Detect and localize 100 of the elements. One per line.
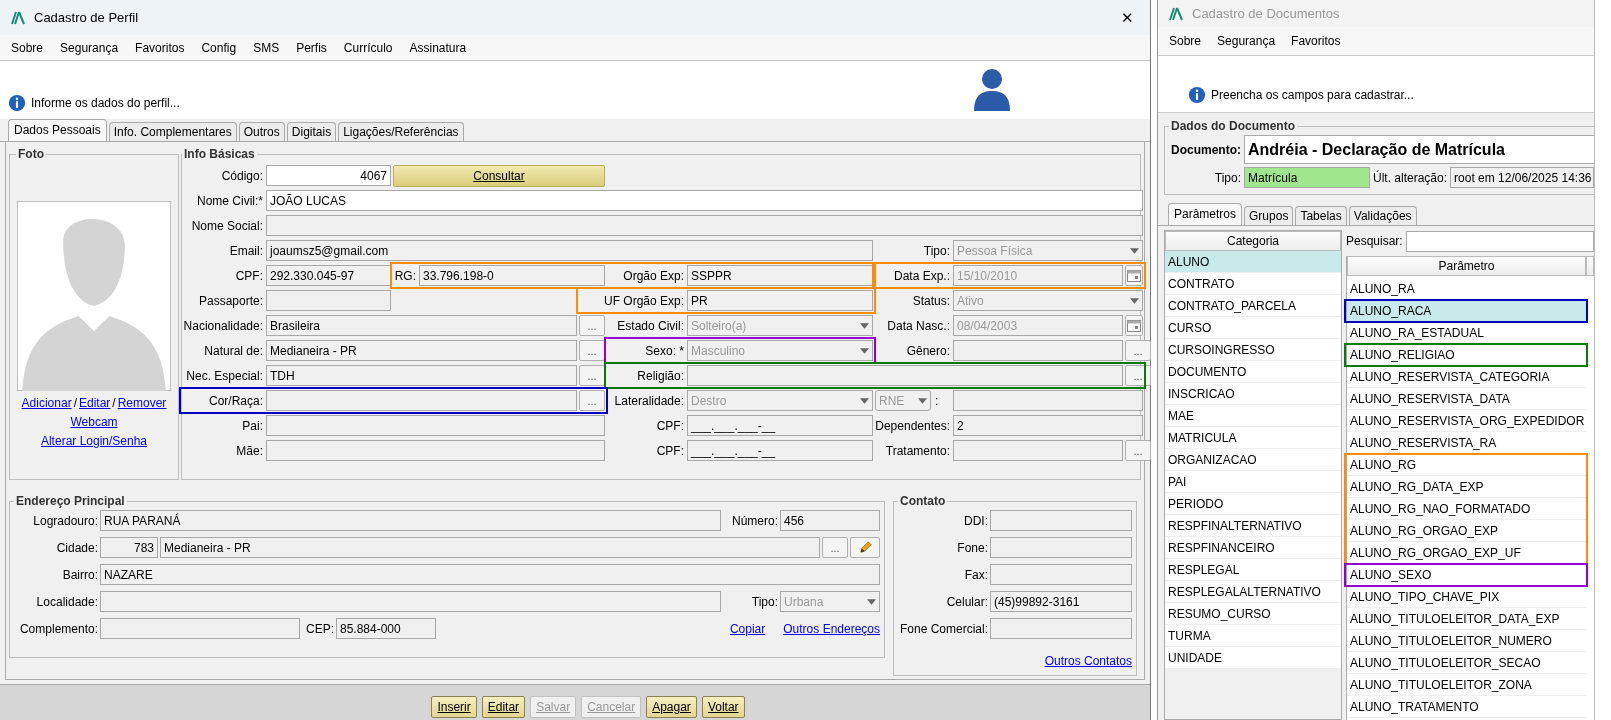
tab[interactable]: Validações: [1348, 206, 1417, 225]
menu-item[interactable]: Sobre: [11, 40, 44, 55]
text-field[interactable]: [990, 618, 1132, 639]
action-button[interactable]: Voltar: [701, 696, 745, 718]
text-field[interactable]: [266, 415, 605, 436]
text-field[interactable]: 85.884-000: [336, 618, 436, 639]
tab[interactable]: Parâmetros: [1168, 203, 1243, 225]
calendar-button[interactable]: [1125, 265, 1143, 286]
browse-button[interactable]: ...: [579, 390, 605, 411]
menu-item[interactable]: Favoritos: [135, 40, 185, 55]
text-field[interactable]: 292.330.045-97: [266, 265, 391, 286]
text-field[interactable]: TDH: [266, 365, 577, 386]
category-row[interactable]: UNIDADE: [1165, 647, 1341, 669]
text-field[interactable]: [100, 591, 721, 612]
action-button[interactable]: Inserir: [431, 696, 477, 718]
link[interactable]: Webcam: [70, 414, 118, 429]
text-field[interactable]: 783: [100, 537, 158, 558]
consult-button[interactable]: Consultar: [393, 165, 605, 187]
text-field[interactable]: [100, 618, 300, 639]
menu-item[interactable]: Assinatura: [409, 40, 467, 55]
text-field[interactable]: [953, 390, 1143, 411]
menu-item[interactable]: Segurança: [1217, 34, 1276, 48]
text-field[interactable]: 2: [953, 415, 1143, 436]
browse-button[interactable]: ...: [822, 537, 848, 558]
text-field[interactable]: Matrícula: [1244, 167, 1370, 188]
category-row[interactable]: ORGANIZACAO: [1165, 449, 1341, 471]
category-row[interactable]: CONTRATO: [1165, 273, 1341, 295]
text-field[interactable]: [266, 390, 577, 411]
category-row[interactable]: RESPLEGAL: [1165, 559, 1341, 581]
text-field[interactable]: [266, 440, 605, 461]
text-field[interactable]: PR: [687, 290, 873, 311]
link[interactable]: Copiar: [729, 621, 766, 636]
category-row[interactable]: DOCUMENTO: [1165, 361, 1341, 383]
menu-item[interactable]: SMS: [253, 40, 280, 55]
text-field[interactable]: [953, 440, 1123, 461]
menu-item[interactable]: Perfis: [296, 40, 327, 55]
text-field[interactable]: Medianeira - PR: [266, 340, 577, 361]
browse-button[interactable]: ...: [579, 340, 605, 361]
category-row[interactable]: RESUMO_CURSO: [1165, 603, 1341, 625]
action-button[interactable]: Apagar: [646, 696, 697, 718]
parameter-row[interactable]: ALUNO_RACA: [1347, 300, 1586, 322]
edit-button[interactable]: [850, 537, 880, 558]
category-row[interactable]: RESPLEGALALTERNATIVO: [1165, 581, 1341, 603]
text-field[interactable]: (45)99892-3161: [990, 591, 1132, 612]
text-field[interactable]: NAZARE: [100, 564, 880, 585]
text-field[interactable]: 4067: [266, 165, 391, 186]
category-row[interactable]: RESPFINANCEIRO: [1165, 537, 1341, 559]
text-field[interactable]: SSPPR: [687, 265, 873, 286]
category-row[interactable]: TURMA: [1165, 625, 1341, 647]
text-field[interactable]: [990, 510, 1132, 531]
category-row[interactable]: ALUNO: [1165, 251, 1341, 273]
text-field[interactable]: [266, 215, 1143, 236]
menu-item[interactable]: Currículo: [343, 40, 393, 55]
text-field[interactable]: root em 12/06/2025 14:36: [1450, 167, 1594, 188]
link[interactable]: Remover: [117, 395, 167, 410]
link[interactable]: Alterar Login/Senha: [40, 433, 148, 448]
link[interactable]: Outros Contatos: [1044, 653, 1132, 668]
menu-item[interactable]: Sobre: [1169, 34, 1202, 48]
tab[interactable]: Grupos: [1244, 206, 1294, 225]
browse-button[interactable]: ...: [579, 365, 605, 386]
text-field[interactable]: Andréia - Declaração de Matrícula: [1244, 135, 1594, 164]
text-field[interactable]: [990, 564, 1132, 585]
category-row[interactable]: CURSOINGRESSO: [1165, 339, 1341, 361]
category-row[interactable]: CURSO: [1165, 317, 1341, 339]
text-field[interactable]: Medianeira - PR: [160, 537, 820, 558]
menu-item[interactable]: Favoritos: [1291, 34, 1341, 48]
text-field[interactable]: joaumsz5@gmail.com: [266, 240, 873, 261]
calendar-button[interactable]: [1125, 315, 1143, 336]
tab[interactable]: Dados Pessoais: [8, 119, 107, 141]
link[interactable]: Editar: [79, 395, 111, 410]
category-row[interactable]: MATRICULA: [1165, 427, 1341, 449]
link[interactable]: Outros Endereços: [783, 621, 880, 636]
browse-button[interactable]: ...: [1125, 340, 1151, 361]
browse-button[interactable]: ...: [1125, 440, 1151, 461]
text-field[interactable]: 33.796.198-0: [419, 265, 605, 286]
tab[interactable]: Tabelas: [1295, 206, 1347, 225]
text-field[interactable]: [266, 290, 391, 311]
text-field[interactable]: JOÃO LUCAS: [266, 190, 1143, 211]
text-field[interactable]: Brasileira: [266, 315, 577, 336]
text-field[interactable]: 456: [780, 510, 880, 531]
text-field[interactable]: ___.___.___-__: [687, 415, 873, 436]
category-row[interactable]: MAE: [1165, 405, 1341, 427]
category-row[interactable]: INSCRICAO: [1165, 383, 1341, 405]
category-row[interactable]: PERIODO: [1165, 493, 1341, 515]
browse-button[interactable]: ...: [579, 315, 605, 336]
text-field[interactable]: ___.___.___-__: [687, 440, 873, 461]
text-field[interactable]: [953, 340, 1123, 361]
text-field[interactable]: [687, 365, 1123, 386]
close-button[interactable]: ✕: [1115, 6, 1140, 29]
link[interactable]: Adicionar: [21, 395, 72, 410]
tab[interactable]: Digitais: [286, 122, 337, 141]
tab[interactable]: Info. Complementares: [108, 122, 237, 141]
action-button[interactable]: Editar: [481, 696, 526, 718]
category-row[interactable]: PAI: [1165, 471, 1341, 493]
category-row[interactable]: CONTRATO_PARCELA: [1165, 295, 1341, 317]
text-field[interactable]: RUA PARANÁ: [100, 510, 721, 531]
menu-item[interactable]: Segurança: [60, 40, 119, 55]
text-field[interactable]: [990, 537, 1132, 558]
search-field[interactable]: [1405, 230, 1594, 252]
tab[interactable]: Outros: [238, 122, 285, 141]
